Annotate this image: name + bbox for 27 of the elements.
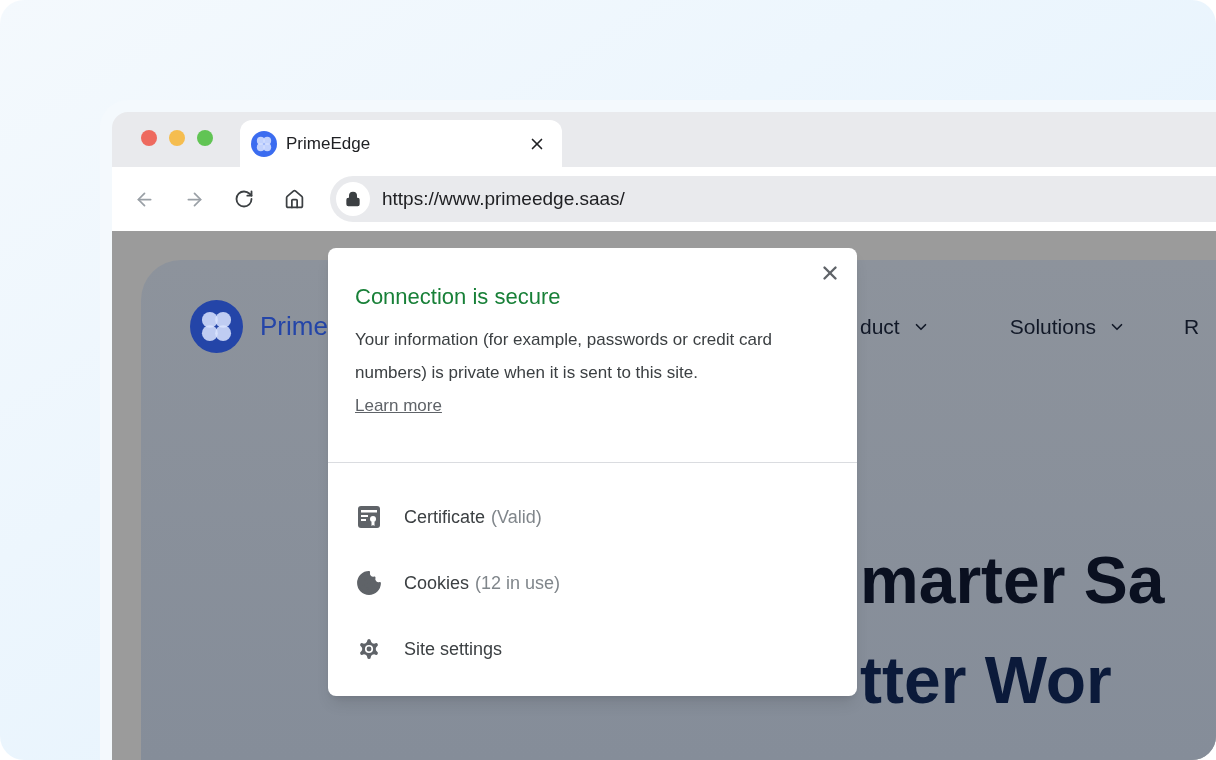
item-detail: (12 in use) <box>475 571 561 595</box>
lock-icon[interactable] <box>336 182 370 216</box>
popup-description: Your information (for example, passwords or credit card numbers) is private when it is sent to this site. <box>355 329 773 384</box>
tab-title: PrimeEdge <box>286 132 371 155</box>
hero-heading-line: marter Sa <box>860 542 1165 619</box>
browser-tab[interactable]: PrimeEdge <box>240 120 562 167</box>
close-window-button[interactable] <box>141 129 157 146</box>
brand-name: Prime <box>260 310 328 343</box>
site-favicon <box>251 130 277 157</box>
popup-title: Connection is secure <box>355 283 562 311</box>
hero-heading-line: tter Wor <box>860 642 1112 719</box>
site-info-item[interactable]: Certificate (Valid) <box>328 484 857 550</box>
address-bar[interactable]: https://www.primeedge.saas/ <box>330 176 1216 222</box>
certificate-icon <box>357 505 381 529</box>
nav-item[interactable]: R <box>1184 310 1200 343</box>
site-info-item[interactable]: Cookies (12 in use) <box>328 550 857 616</box>
item-detail: (Valid) <box>491 505 542 529</box>
nav-item[interactable]: Solutions <box>1009 310 1127 343</box>
item-label: Certificate <box>404 505 486 529</box>
site-info-item[interactable]: Site settings <box>328 616 857 682</box>
brand-logo-icon <box>190 300 243 353</box>
item-label: Cookies <box>404 571 470 595</box>
nav-item[interactable]: duct <box>860 310 930 343</box>
item-label: Site settings <box>404 637 503 661</box>
url-text: https://www.primeedge.saas/ <box>382 186 625 211</box>
cookie-icon <box>356 570 382 596</box>
learn-more-link[interactable]: Learn more <box>355 389 442 422</box>
